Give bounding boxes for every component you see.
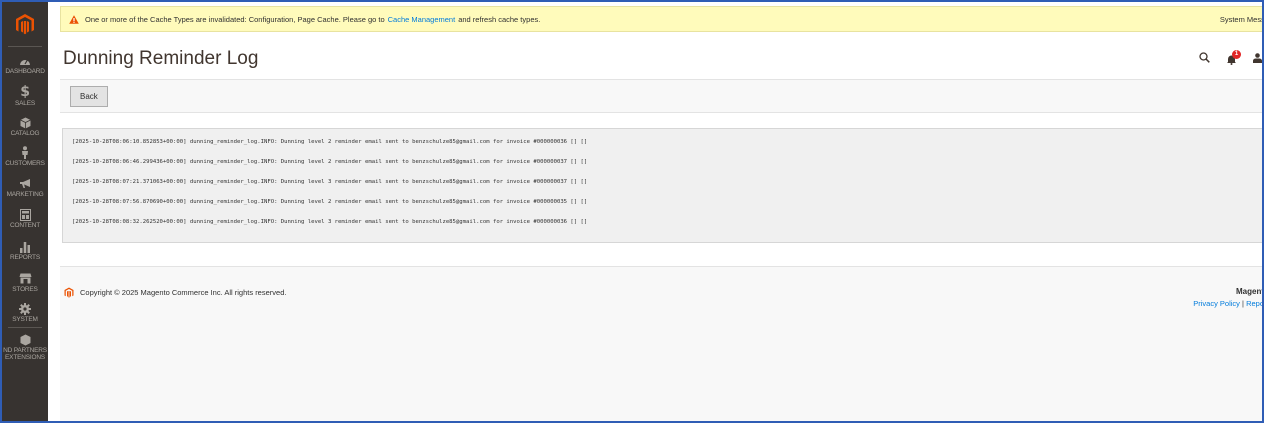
- system-message-text: One or more of the Cache Types are inval…: [85, 14, 385, 24]
- header-actions: 1: [1199, 49, 1262, 68]
- footer-link-separator: |: [1242, 299, 1244, 308]
- cube-icon: [19, 116, 31, 129]
- sidebar-item-label: REPORTS: [10, 254, 40, 261]
- search-icon[interactable]: [1199, 50, 1210, 68]
- log-line: [2025-10-28T08:08:32.262520+00:00] dunni…: [72, 219, 588, 225]
- person-icon: [21, 146, 29, 159]
- log-line: [2025-10-28T08:06:46.299436+00:00] dunni…: [72, 159, 588, 165]
- storefront-icon: [19, 272, 32, 285]
- sidebar-divider: [8, 46, 42, 47]
- sidebar-divider: [8, 327, 42, 328]
- sidebar-item-dashboard[interactable]: DASHBOARD: [2, 54, 48, 75]
- notifications-button[interactable]: 1: [1226, 49, 1241, 65]
- copyright: Copyright © 2025 Magento Commerce Inc. A…: [64, 287, 286, 298]
- sidebar-item-label: DASHBOARD: [5, 68, 45, 75]
- footer-links: Privacy Policy | Repo: [1193, 299, 1262, 308]
- report-issue-link[interactable]: Repo: [1246, 299, 1262, 308]
- bar-chart-icon: [19, 240, 31, 253]
- sidebar-item-label: CUSTOMERS: [5, 160, 45, 167]
- magento-logo-icon: [16, 14, 34, 35]
- dollar-icon: $: [20, 84, 30, 100]
- magento-footer-logo-icon: [64, 287, 74, 298]
- admin-sidebar: DASHBOARD $ SALES CATALOG CUSTOMERS MARK…: [2, 2, 48, 421]
- main-content: One or more of the Cache Types are inval…: [48, 2, 1264, 421]
- sidebar-item-label: SALES: [15, 100, 35, 107]
- sidebar-item-system[interactable]: SYSTEM: [2, 302, 48, 323]
- cache-management-link[interactable]: Cache Management: [388, 15, 456, 24]
- sidebar-item-extensions[interactable]: ND PARTNERS EXTENSIONS: [2, 333, 48, 361]
- hexagon-icon: [20, 333, 31, 346]
- system-message-bar: One or more of the Cache Types are inval…: [60, 6, 1262, 32]
- sidebar-item-label-line2: EXTENSIONS: [5, 354, 45, 361]
- copyright-text: Copyright © 2025 Magento Commerce Inc. A…: [80, 288, 287, 297]
- log-line: [2025-10-28T08:07:21.371063+00:00] dunni…: [72, 179, 588, 185]
- sidebar-item-label: MARKETING: [6, 191, 44, 198]
- footer-brand: Magent: [1236, 287, 1264, 296]
- app-frame: DASHBOARD $ SALES CATALOG CUSTOMERS MARK…: [0, 0, 1264, 423]
- privacy-policy-link[interactable]: Privacy Policy: [1193, 299, 1240, 308]
- sidebar-item-customers[interactable]: CUSTOMERS: [2, 146, 48, 167]
- log-output: [2025-10-28T08:06:10.852853+00:00] dunni…: [62, 128, 1262, 243]
- notification-count-badge: 1: [1232, 49, 1241, 59]
- sidebar-item-label: CONTENT: [9, 222, 40, 229]
- warning-icon: [69, 14, 79, 24]
- dashboard-icon: [19, 54, 31, 67]
- user-account-icon[interactable]: [1253, 50, 1262, 68]
- sidebar-item-catalog[interactable]: CATALOG: [2, 116, 48, 137]
- megaphone-icon: [19, 177, 32, 190]
- sidebar-item-marketing[interactable]: MARKETING: [2, 177, 48, 198]
- layout-icon: [19, 208, 31, 221]
- system-messages-toggle[interactable]: System Messa: [1220, 15, 1262, 24]
- sidebar-item-label: SYSTEM: [12, 316, 38, 323]
- gear-icon: [19, 302, 31, 315]
- page-title: Dunning Reminder Log: [63, 48, 259, 69]
- log-line: [2025-10-28T08:07:56.870690+00:00] dunni…: [72, 199, 588, 205]
- magento-logo[interactable]: [2, 2, 48, 46]
- log-line: [2025-10-28T08:06:10.852853+00:00] dunni…: [72, 139, 588, 145]
- sidebar-item-sales[interactable]: $ SALES: [2, 84, 48, 107]
- sidebar-item-stores[interactable]: STORES: [2, 272, 48, 293]
- sidebar-item-label: CATALOG: [10, 130, 40, 137]
- back-button[interactable]: Back: [70, 86, 108, 107]
- sidebar-item-label: STORES: [12, 286, 38, 293]
- page-actions-bar: Back: [60, 79, 1262, 113]
- sidebar-item-reports[interactable]: REPORTS: [2, 240, 48, 261]
- sidebar-item-content[interactable]: CONTENT: [2, 208, 48, 229]
- system-message-text-end: and refresh cache types.: [458, 14, 541, 24]
- page-footer: Copyright © 2025 Magento Commerce Inc. A…: [60, 266, 1264, 421]
- sidebar-item-label: ND PARTNERS: [3, 347, 47, 354]
